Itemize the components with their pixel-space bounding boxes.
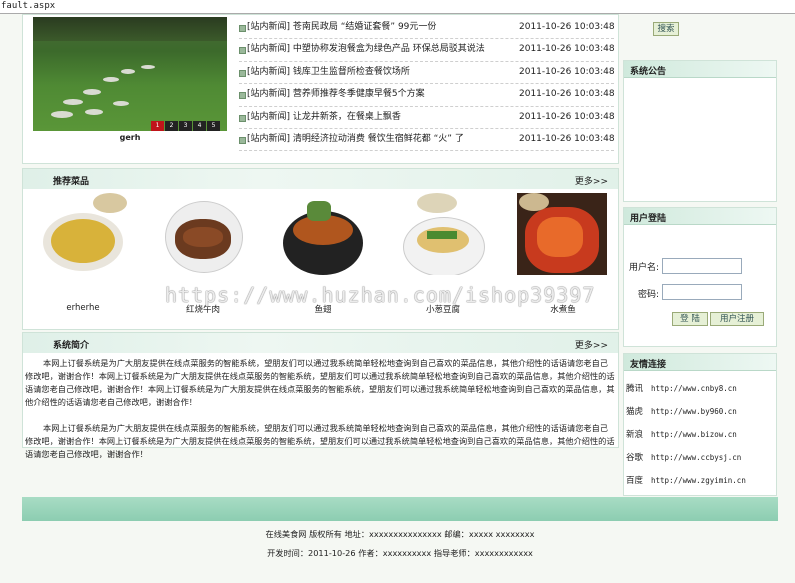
braised-beef-image[interactable]: [157, 193, 247, 275]
bullet-icon: [239, 47, 246, 55]
intro-panel: 系统简介 更多>> 本网上订餐系统是为广大朋友提供在线点菜服务的智能系统，望朋友…: [22, 332, 619, 459]
footer-copyright: 在线美食网 版权所有 地址：xxxxxxxxxxxxxxx 邮编：xxxxx x…: [265, 529, 535, 539]
spicy-dish-image[interactable]: [517, 193, 607, 275]
bullet-icon: [239, 92, 246, 100]
news-date: 2011-10-26 10:03:48: [519, 89, 615, 100]
news-date: 2011-10-26 10:03:48: [519, 111, 615, 122]
intro-paragraph: 本网上订餐系统是为广大朋友提供在线点菜服务的智能系统，望朋友们可以通过我系统简单…: [25, 423, 615, 459]
link-url[interactable]: http://www.ccbysj.cn: [651, 453, 741, 462]
link-url[interactable]: http://www.zgyimin.cn: [651, 476, 746, 485]
dish-item[interactable]: erherhe: [37, 193, 129, 313]
intro-paragraph: 本网上订餐系统是为广大朋友提供在线点菜服务的智能系统，望朋友们可以通过我系统简单…: [25, 358, 615, 407]
intro-body: 本网上订餐系统是为广大朋友提供在线点菜服务的智能系统，望朋友们可以通过我系统简单…: [23, 353, 618, 461]
slideshow-caption[interactable]: gerh: [33, 133, 227, 142]
slideshow-image[interactable]: 1 2 3 4 5: [33, 17, 227, 131]
news-item[interactable]: [站内新闻] 让龙井新茶，在餐桌上飘香 2011-10-26 10:03:48: [239, 107, 615, 129]
username-input[interactable]: [662, 258, 742, 274]
news-item[interactable]: [站内新闻] 钱库卫生监督所检查餐饮场所 2011-10-26 10:03:48: [239, 62, 615, 85]
news-title[interactable]: 钱库卫生监督所检查餐饮场所: [293, 67, 410, 77]
password-label: 密码:: [638, 290, 660, 300]
address-text: fault.aspx: [1, 1, 56, 11]
news-item[interactable]: [站内新闻] 苍南民政局 “结婚证套餐” 99元一份 2011-10-26 10…: [239, 17, 615, 40]
news-item[interactable]: [站内新闻] 中塑协称发泡餐盒为绿色产品 环保总局驳其说法 2011-10-26…: [239, 39, 615, 62]
news-title[interactable]: 让龙井新茶，在餐桌上飘香: [293, 112, 401, 122]
search-box: 搜索: [623, 14, 775, 52]
search-button[interactable]: 搜索: [653, 22, 679, 36]
friend-link[interactable]: 猫虎 http://www.by960.cn: [626, 405, 737, 417]
slideshow-pager: 1 2 3 4 5: [151, 121, 220, 131]
username-label: 用户名:: [629, 263, 660, 273]
link-name: 谷歌: [626, 453, 644, 463]
hotpot-soup-image[interactable]: [277, 193, 367, 275]
noodle-bowl-image[interactable]: [397, 193, 487, 275]
friend-link[interactable]: 百度 http://www.zgyimin.cn: [626, 474, 746, 486]
news-title[interactable]: 营养师推荐冬季健康早餐5个方案: [293, 89, 425, 99]
pager-button-1[interactable]: 1: [151, 121, 164, 131]
bullet-icon: [239, 136, 246, 144]
corn-soup-image[interactable]: [37, 193, 127, 275]
address-bar[interactable]: fault.aspx: [0, 0, 795, 14]
pager-button-5[interactable]: 5: [207, 121, 220, 131]
watermark-text: https://www.huzhan.com/ishop39397: [165, 283, 596, 307]
link-name: 腾讯: [626, 384, 644, 394]
news-title[interactable]: 中塑协称发泡餐盒为绿色产品 环保总局驳其说法: [293, 44, 485, 54]
news-item[interactable]: [站内新闻] 营养师推荐冬季健康早餐5个方案 2011-10-26 10:03:…: [239, 84, 615, 107]
footer-credits: 开发时间：2011-10-26 作者：xxxxxxxxxx 指导老师：xxxxx…: [267, 548, 533, 558]
link-url[interactable]: http://www.cnby8.cn: [651, 384, 737, 393]
password-input[interactable]: [662, 284, 742, 300]
friend-link[interactable]: 谷歌 http://www.ccbysj.cn: [626, 451, 741, 463]
recommended-more-link[interactable]: 更多>>: [575, 174, 608, 187]
news-date: 2011-10-26 10:03:48: [519, 133, 615, 144]
news-date: 2011-10-26 10:03:48: [519, 22, 615, 32]
friend-link[interactable]: 新浪 http://www.bizow.cn: [626, 428, 737, 440]
link-name: 新浪: [626, 430, 644, 440]
register-button[interactable]: 用户注册: [710, 312, 764, 326]
pager-button-4[interactable]: 4: [193, 121, 206, 131]
bullet-icon: [239, 114, 246, 122]
recommended-title: 推荐菜品: [53, 177, 90, 187]
footer-band: [22, 497, 778, 521]
bullet-icon: [239, 25, 246, 32]
news-tag: [站内新闻]: [247, 22, 291, 32]
link-url[interactable]: http://www.by960.cn: [651, 407, 737, 416]
pager-button-3[interactable]: 3: [179, 121, 192, 131]
notice-title: 系统公告: [630, 67, 667, 77]
news-tag: [站内新闻]: [247, 133, 291, 144]
news-date: 2011-10-26 10:03:48: [519, 66, 615, 77]
news-tag: [站内新闻]: [247, 111, 291, 122]
news-list: [站内新闻] 苍南民政局 “结婚证套餐” 99元一份 2011-10-26 10…: [239, 17, 615, 152]
news-tag: [站内新闻]: [247, 89, 291, 100]
dish-name[interactable]: erherhe: [37, 303, 129, 313]
link-url[interactable]: http://www.bizow.cn: [651, 430, 737, 439]
pager-button-2[interactable]: 2: [165, 121, 178, 131]
intro-more-link[interactable]: 更多>>: [575, 338, 608, 351]
friend-link[interactable]: 腾讯 http://www.cnby8.cn: [626, 382, 737, 394]
news-section: 1 2 3 4 5 gerh [站内新闻] 苍南民政局 “结婚证套餐” 99元一…: [22, 14, 619, 164]
bullet-icon: [239, 69, 246, 77]
news-item[interactable]: [站内新闻] 清明经济拉动消费 餐饮生宿鲜花都 “火” 了 2011-10-26…: [239, 129, 615, 152]
news-tag: [站内新闻]: [247, 66, 291, 77]
links-box: 友情连接 腾讯 http://www.cnby8.cn 猫虎 http://www.…: [623, 353, 777, 496]
news-title[interactable]: 清明经济拉动消费 餐饮生宿鲜花都 “火” 了: [293, 134, 464, 144]
links-title: 友情连接: [630, 360, 667, 370]
intro-title: 系统简介: [53, 341, 90, 351]
news-title[interactable]: 苍南民政局 “结婚证套餐” 99元一份: [293, 22, 437, 32]
link-name: 百度: [626, 476, 644, 486]
login-button[interactable]: 登 陆: [672, 312, 708, 326]
login-box: 用户登陆 用户名: 密码: 登 陆 用户注册: [623, 207, 777, 347]
login-title: 用户登陆: [630, 214, 667, 224]
link-name: 猫虎: [626, 407, 644, 417]
notice-box: 系统公告: [623, 60, 777, 202]
news-tag: [站内新闻]: [247, 44, 291, 55]
news-date: 2011-10-26 10:03:48: [519, 44, 615, 55]
